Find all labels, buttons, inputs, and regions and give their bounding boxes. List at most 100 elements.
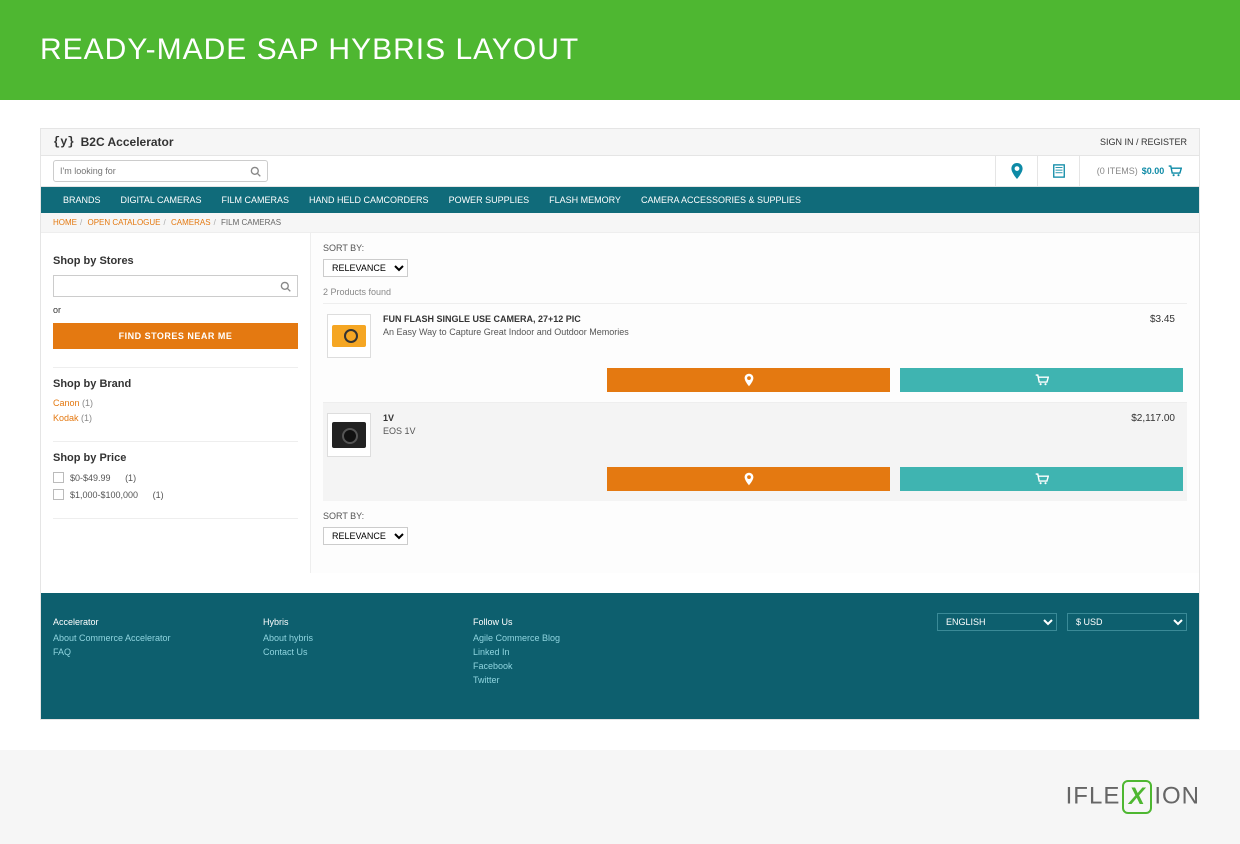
footer-link[interactable]: Contact Us — [263, 647, 473, 657]
main-nav: BRANDS DIGITAL CAMERAS FILM CAMERAS HAND… — [41, 187, 1199, 213]
search-box[interactable] — [53, 160, 268, 182]
cart-icon — [1035, 473, 1049, 485]
footer-heading: Hybris — [263, 617, 473, 627]
search-icon[interactable] — [250, 166, 261, 177]
product-desc: EOS 1V — [383, 426, 1131, 436]
product-item: 1V EOS 1V $2,117.00 — [323, 402, 1187, 501]
cart-total: $0.00 — [1142, 166, 1165, 176]
nav-item[interactable]: FLASH MEMORY — [539, 187, 631, 213]
facet-brand-title: Shop by Brand — [53, 378, 298, 390]
top-bar: {y} B2C Accelerator SIGN IN / REGISTER — [41, 129, 1199, 156]
product-list-area: SORT BY: RELEVANCE 2 Products found FUN … — [311, 233, 1199, 573]
crumb-catalogue[interactable]: OPEN CATALOGUE — [87, 218, 160, 227]
product-name[interactable]: 1V — [383, 413, 1131, 423]
site-name: B2C Accelerator — [81, 135, 174, 149]
vendor-name-post: ION — [1154, 782, 1200, 809]
cart-icon — [1035, 374, 1049, 386]
footer-link[interactable]: Linked In — [473, 647, 683, 657]
nav-item[interactable]: CAMERA ACCESSORIES & SUPPLIES — [631, 187, 811, 213]
store-search[interactable] — [53, 275, 298, 297]
product-price: $3.45 — [1150, 314, 1183, 325]
banner-title: READY-MADE SAP HYBRIS LAYOUT — [40, 33, 579, 67]
crumb-current: FILM CAMERAS — [221, 218, 281, 227]
breadcrumb: HOME/ OPEN CATALOGUE/ CAMERAS/ FILM CAME… — [41, 213, 1199, 233]
footer-col-accelerator: Accelerator About Commerce Accelerator F… — [53, 613, 263, 689]
footer-link[interactable]: About Commerce Accelerator — [53, 633, 263, 643]
footer-link[interactable]: About hybris — [263, 633, 473, 643]
sign-in-link[interactable]: SIGN IN / REGISTER — [1100, 137, 1187, 147]
footer-heading: Follow Us — [473, 617, 683, 627]
currency-select[interactable]: $ USD — [1067, 613, 1187, 631]
product-desc: An Easy Way to Capture Great Indoor and … — [383, 327, 1150, 337]
checkbox-icon[interactable] — [53, 489, 64, 500]
search-icon[interactable] — [280, 281, 291, 292]
footer-link[interactable]: Facebook — [473, 661, 683, 671]
vendor-name-pre: IFLE — [1066, 782, 1121, 809]
store-search-input[interactable] — [60, 281, 280, 291]
facet-brand-link[interactable]: Canon (1) — [53, 398, 298, 408]
storefront: {y} B2C Accelerator SIGN IN / REGISTER — [40, 128, 1200, 720]
utility-right: (0 ITEMS) $0.00 — [995, 156, 1199, 186]
product-thumb[interactable] — [327, 413, 371, 457]
nav-item[interactable]: DIGITAL CAMERAS — [111, 187, 212, 213]
vendor-footer: IFLEXION — [0, 750, 1240, 844]
sort-row-top: SORT BY: — [323, 243, 1187, 253]
facet-price-title: Shop by Price — [53, 452, 298, 464]
crumb-home[interactable]: HOME — [53, 218, 77, 227]
crumb-cameras[interactable]: CAMERAS — [171, 218, 211, 227]
facet-price-option[interactable]: $0-$49.99 (1) — [53, 472, 298, 483]
page-wrap: {y} B2C Accelerator SIGN IN / REGISTER — [0, 100, 1240, 720]
store-locator-button[interactable] — [995, 156, 1037, 186]
product-price: $2,117.00 — [1131, 413, 1183, 424]
sort-label: SORT BY: — [323, 243, 364, 253]
product-item: FUN FLASH SINGLE USE CAMERA, 27+12 PIC A… — [323, 303, 1187, 402]
facet-brand-link[interactable]: Kodak (1) — [53, 413, 298, 423]
sort-label: SORT BY: — [323, 511, 364, 521]
results-count: 2 Products found — [323, 287, 1187, 297]
footer-link[interactable]: FAQ — [53, 647, 263, 657]
checkbox-icon[interactable] — [53, 472, 64, 483]
sort-select[interactable]: RELEVANCE — [323, 259, 408, 277]
footer-link[interactable]: Twitter — [473, 675, 683, 685]
sort-select[interactable]: RELEVANCE — [323, 527, 408, 545]
order-form-button[interactable] — [1037, 156, 1079, 186]
product-thumb[interactable] — [327, 314, 371, 358]
content-area: Shop by Stores or FIND STORES NEAR ME Sh… — [41, 233, 1199, 573]
search-wrap — [41, 156, 995, 186]
vendor-logo-icon: X — [1122, 780, 1152, 814]
camera-icon — [332, 422, 366, 448]
nav-item[interactable]: BRANDS — [53, 187, 111, 213]
product-name[interactable]: FUN FLASH SINGLE USE CAMERA, 27+12 PIC — [383, 314, 1150, 324]
pickup-in-store-button[interactable] — [607, 368, 890, 392]
slide-banner: READY-MADE SAP HYBRIS LAYOUT — [0, 0, 1240, 100]
or-label: or — [53, 305, 298, 315]
site-footer: Accelerator About Commerce Accelerator F… — [41, 593, 1199, 719]
footer-col-hybris: Hybris About hybris Contact Us — [263, 613, 473, 689]
mini-cart[interactable]: (0 ITEMS) $0.00 — [1079, 156, 1199, 186]
logo-icon: {y} — [53, 135, 75, 149]
nav-item[interactable]: HAND HELD CAMCORDERS — [299, 187, 439, 213]
footer-link[interactable]: Agile Commerce Blog — [473, 633, 683, 643]
facet-stores-title: Shop by Stores — [53, 255, 298, 267]
add-to-cart-button[interactable] — [900, 368, 1183, 392]
search-input[interactable] — [60, 166, 250, 176]
footer-heading: Accelerator — [53, 617, 263, 627]
nav-item[interactable]: POWER SUPPLIES — [439, 187, 540, 213]
sort-row-bottom: SORT BY: — [323, 511, 1187, 521]
language-select[interactable]: ENGLISH — [937, 613, 1057, 631]
add-to-cart-button[interactable] — [900, 467, 1183, 491]
pickup-in-store-button[interactable] — [607, 467, 890, 491]
footer-selectors: ENGLISH $ USD — [937, 613, 1187, 689]
nav-item[interactable]: FILM CAMERAS — [212, 187, 300, 213]
facet-sidebar: Shop by Stores or FIND STORES NEAR ME Sh… — [41, 233, 311, 573]
camera-icon — [332, 325, 366, 347]
footer-col-follow: Follow Us Agile Commerce Blog Linked In … — [473, 613, 683, 689]
utility-bar: (0 ITEMS) $0.00 — [41, 156, 1199, 187]
location-pin-icon — [744, 472, 754, 486]
site-logo[interactable]: {y} B2C Accelerator — [53, 135, 174, 149]
cart-items: (0 ITEMS) — [1097, 166, 1138, 176]
find-stores-button[interactable]: FIND STORES NEAR ME — [53, 323, 298, 349]
location-pin-icon — [744, 373, 754, 387]
facet-price-option[interactable]: $1,000-$100,000 (1) — [53, 489, 298, 500]
cart-icon — [1168, 165, 1182, 177]
